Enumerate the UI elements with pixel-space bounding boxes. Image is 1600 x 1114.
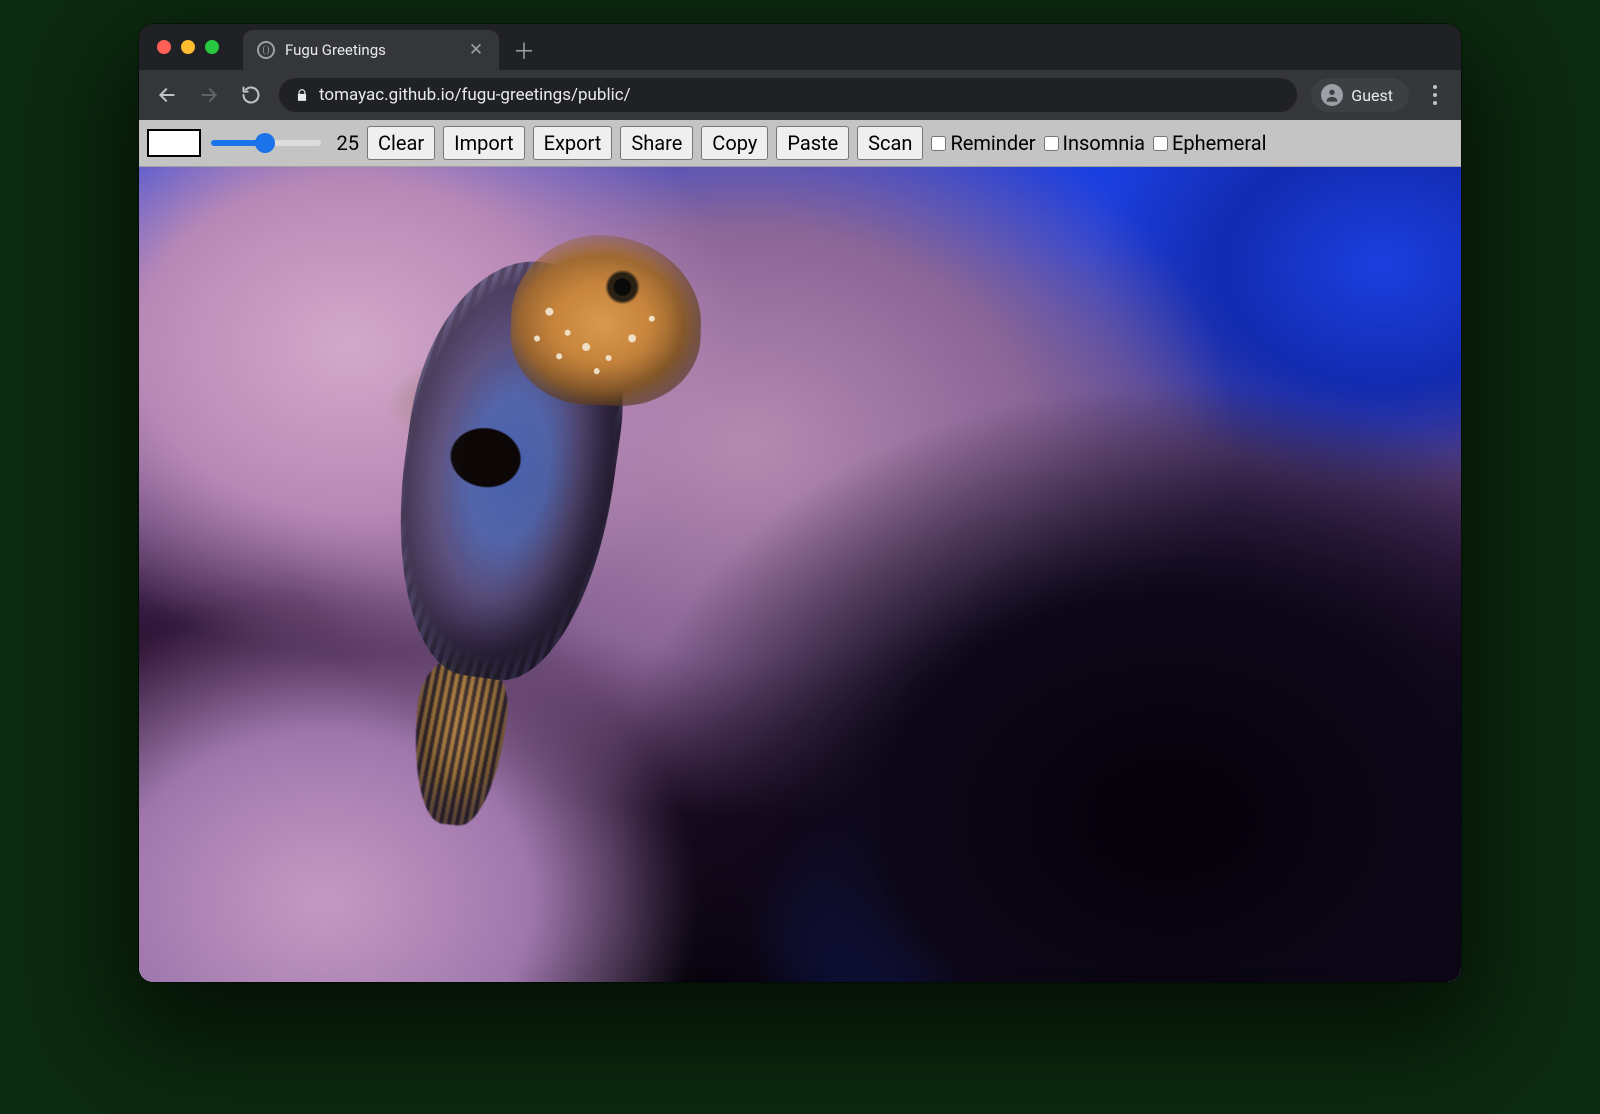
color-picker[interactable]: [147, 129, 201, 157]
reminder-input[interactable]: [931, 136, 946, 151]
ephemeral-checkbox[interactable]: Ephemeral: [1153, 131, 1267, 155]
new-tab-button[interactable]: ＋: [509, 35, 539, 65]
clear-button[interactable]: Clear: [367, 126, 435, 160]
tab-title: Fugu Greetings: [285, 41, 457, 59]
ephemeral-label: Ephemeral: [1172, 131, 1267, 155]
share-button[interactable]: Share: [620, 126, 693, 160]
zoom-window-button[interactable]: [205, 40, 219, 54]
reload-button[interactable]: [237, 81, 265, 109]
close-window-button[interactable]: [157, 40, 171, 54]
reminder-label: Reminder: [950, 131, 1035, 155]
reminder-checkbox[interactable]: Reminder: [931, 131, 1035, 155]
url-text: tomayac.github.io/fugu-greetings/public/: [319, 85, 631, 105]
browser-window: Fugu Greetings ✕ ＋ tomayac.github.io/fug…: [139, 24, 1461, 982]
insomnia-checkbox[interactable]: Insomnia: [1044, 131, 1146, 155]
menu-button[interactable]: [1423, 85, 1447, 105]
paste-button[interactable]: Paste: [776, 126, 849, 160]
lock-icon: [295, 88, 309, 102]
insomnia-input[interactable]: [1044, 136, 1059, 151]
window-controls: [157, 24, 219, 70]
export-button[interactable]: Export: [533, 126, 613, 160]
tab-strip: Fugu Greetings ✕ ＋: [139, 24, 1461, 70]
tab-active[interactable]: Fugu Greetings ✕: [243, 30, 499, 70]
canvas-image: [292, 207, 687, 806]
ephemeral-input[interactable]: [1153, 136, 1168, 151]
minimize-window-button[interactable]: [181, 40, 195, 54]
back-button[interactable]: [153, 81, 181, 109]
browser-toolbar: tomayac.github.io/fugu-greetings/public/…: [139, 70, 1461, 120]
tab-close-icon[interactable]: ✕: [467, 41, 485, 59]
profile-chip[interactable]: Guest: [1311, 78, 1409, 112]
address-bar[interactable]: tomayac.github.io/fugu-greetings/public/: [279, 78, 1297, 112]
size-value: 25: [331, 131, 359, 155]
globe-icon: [257, 41, 275, 59]
page-content: 25 Clear Import Export Share Copy Paste …: [139, 120, 1461, 982]
insomnia-label: Insomnia: [1063, 131, 1146, 155]
copy-button[interactable]: Copy: [701, 126, 768, 160]
avatar-icon: [1321, 84, 1343, 106]
scan-button[interactable]: Scan: [857, 126, 923, 160]
forward-button[interactable]: [195, 81, 223, 109]
size-slider[interactable]: [211, 140, 321, 146]
import-button[interactable]: Import: [443, 126, 524, 160]
profile-label: Guest: [1351, 86, 1393, 105]
app-toolbar: 25 Clear Import Export Share Copy Paste …: [139, 120, 1461, 167]
drawing-canvas[interactable]: [139, 167, 1461, 982]
